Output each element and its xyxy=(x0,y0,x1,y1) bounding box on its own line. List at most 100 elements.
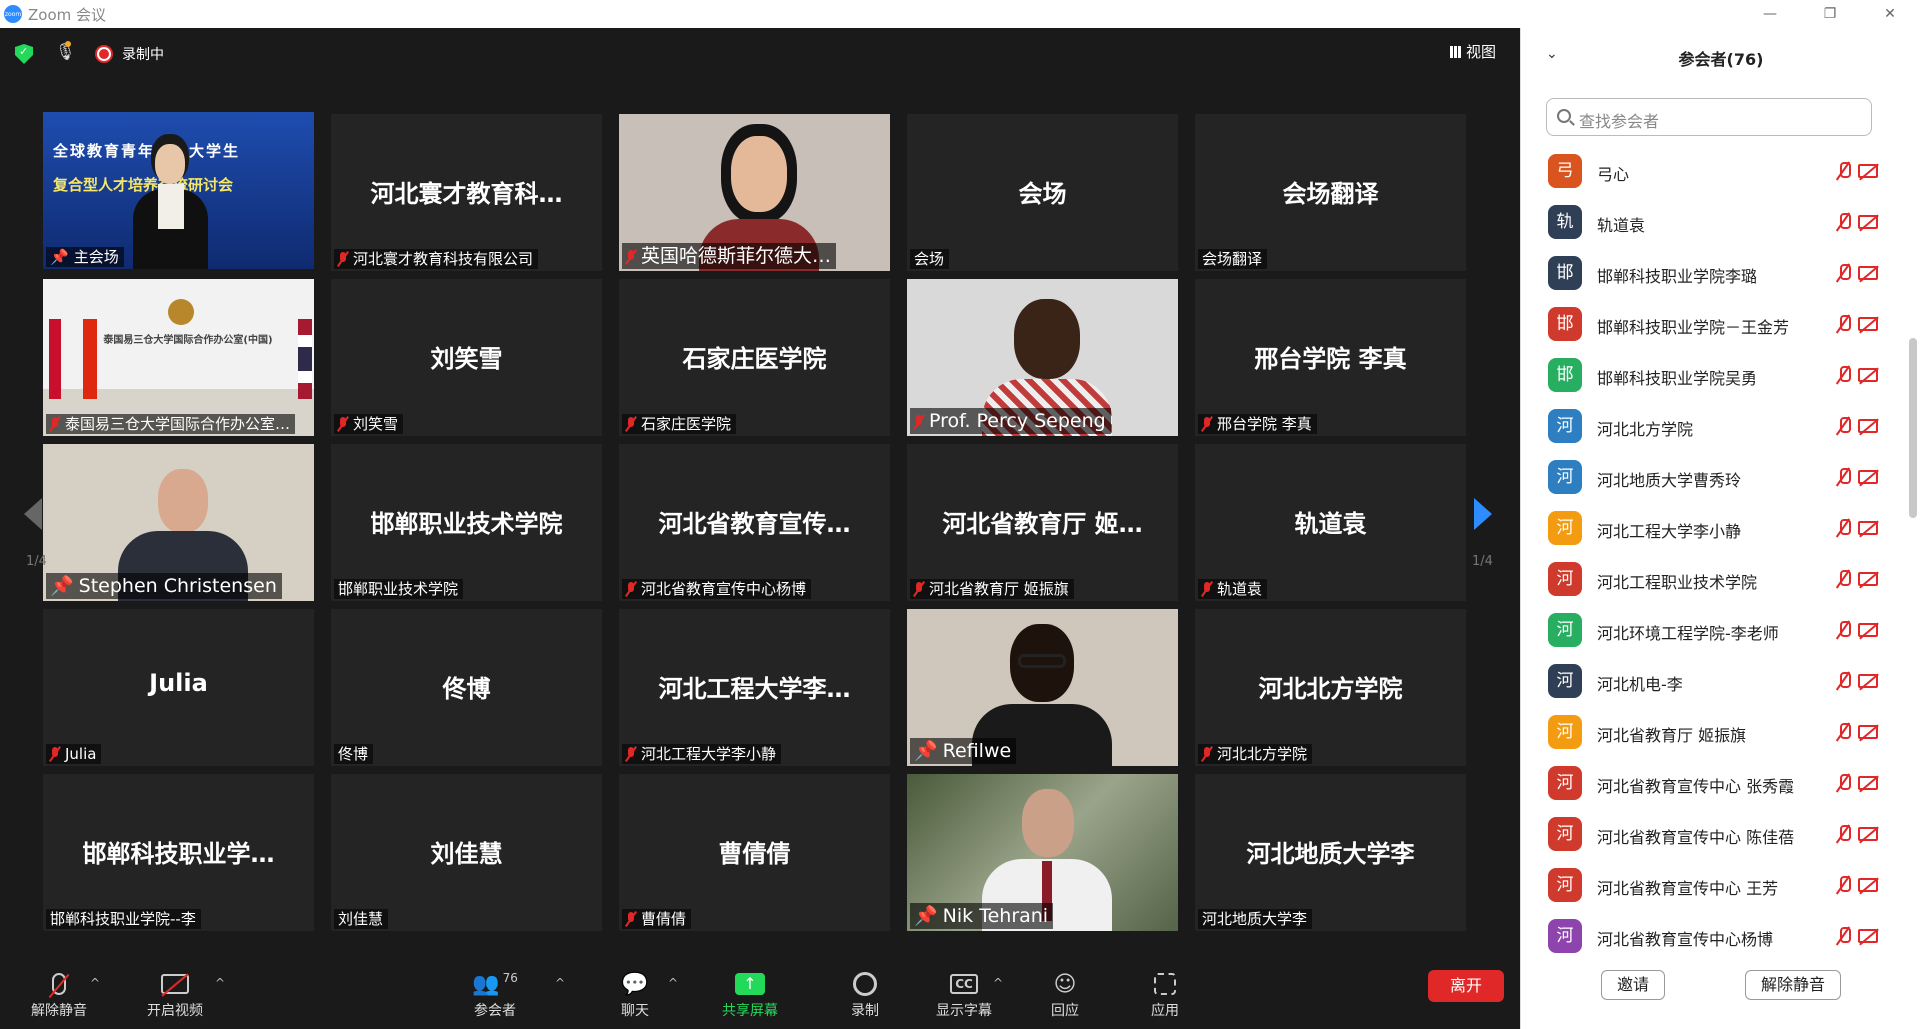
mic-muted-icon[interactable] xyxy=(1837,672,1851,690)
participant-row[interactable]: 河河北环境工程学院-李老师 xyxy=(1521,605,1901,656)
avatar: 河 xyxy=(1548,766,1582,800)
camera-off-icon[interactable] xyxy=(1858,725,1878,739)
camera-off-icon[interactable] xyxy=(1858,368,1878,382)
share-screen-button[interactable]: ↑ 共享屏幕 xyxy=(715,968,785,1020)
mic-muted-icon[interactable] xyxy=(1837,213,1851,231)
mic-muted-icon[interactable] xyxy=(1837,162,1851,180)
video-tile[interactable]: 佟博 佟博 xyxy=(331,609,602,766)
security-shield-icon[interactable] xyxy=(15,44,33,64)
participant-row[interactable]: 河河北工程大学李小静 xyxy=(1521,503,1901,554)
mic-muted-icon[interactable] xyxy=(1837,264,1851,282)
mic-muted-icon[interactable] xyxy=(1837,825,1851,843)
video-tile[interactable]: 📌 Stephen Christensen xyxy=(43,444,314,601)
camera-off-icon[interactable] xyxy=(1858,827,1878,841)
camera-off-icon[interactable] xyxy=(1858,572,1878,586)
participants-scrollbar[interactable] xyxy=(1909,338,1917,518)
next-page-icon[interactable] xyxy=(1474,498,1492,530)
video-tile[interactable]: 英国哈德斯菲尔德大… xyxy=(619,114,890,271)
video-tile[interactable]: 会场 会场 xyxy=(907,114,1178,271)
unmute-button[interactable]: 解除静音 xyxy=(24,968,94,1020)
participants-list[interactable]: 弓弓心轨轨道袁邯邯郸科技职业学院李璐邯邯郸科技职业学院－王金芳邯邯郸科技职业学院… xyxy=(1521,146,1901,966)
reactions-button[interactable]: ☺ 回应 xyxy=(1040,968,1090,1020)
leave-meeting-button[interactable]: 离开 xyxy=(1428,970,1504,1002)
unmute-all-button[interactable]: 解除静音 xyxy=(1745,970,1841,1000)
participant-row[interactable]: 河河北省教育宣传中心 王芳 xyxy=(1521,860,1901,911)
camera-off-icon[interactable] xyxy=(1858,521,1878,535)
maximize-button[interactable]: ❐ xyxy=(1800,0,1860,28)
previous-page-icon[interactable] xyxy=(24,498,42,530)
video-tile[interactable]: 刘佳慧 刘佳慧 xyxy=(331,774,602,931)
camera-off-icon[interactable] xyxy=(1858,419,1878,433)
apps-button[interactable]: 应用 xyxy=(1140,968,1190,1020)
mic-muted-icon[interactable] xyxy=(1837,417,1851,435)
video-tile[interactable]: 邯郸科技职业学… 邯郸科技职业学院--李 xyxy=(43,774,314,931)
mic-muted-icon[interactable] xyxy=(1837,876,1851,894)
video-tile[interactable]: 河北工程大学李… 河北工程大学李小静 xyxy=(619,609,890,766)
participant-row[interactable]: 河河北省教育宣传中心 张秀霞 xyxy=(1521,758,1901,809)
camera-off-icon[interactable] xyxy=(1858,878,1878,892)
camera-off-icon[interactable] xyxy=(1858,317,1878,331)
video-tile[interactable]: 石家庄医学院 石家庄医学院 xyxy=(619,279,890,436)
mic-muted-icon[interactable] xyxy=(1837,774,1851,792)
video-tile[interactable]: 河北省教育宣传… 河北省教育宣传中心杨博 xyxy=(619,444,890,601)
search-participants-input[interactable]: 查找参会者 xyxy=(1546,98,1872,136)
avatar: 河 xyxy=(1548,511,1582,545)
close-window-button[interactable]: ✕ xyxy=(1860,0,1920,28)
camera-off-icon[interactable] xyxy=(1858,776,1878,790)
video-tile-main-venue[interactable]: 全球教育青年未来大学生 复合型人才培养交流研讨会 📌 主会场 xyxy=(43,112,314,269)
camera-off-icon[interactable] xyxy=(1858,266,1878,280)
video-tile[interactable]: 河北寰才教育科… 河北寰才教育科技有限公司 xyxy=(331,114,602,271)
camera-off-icon[interactable] xyxy=(1858,215,1878,229)
invite-button[interactable]: 邀请 xyxy=(1601,970,1665,1000)
participant-row[interactable]: 弓弓心 xyxy=(1521,146,1901,197)
mic-muted-icon[interactable] xyxy=(1837,723,1851,741)
camera-off-icon[interactable] xyxy=(1858,674,1878,688)
video-tile[interactable]: 邢台学院 李真 邢台学院 李真 xyxy=(1195,279,1466,436)
camera-off-icon[interactable] xyxy=(1858,164,1878,178)
mic-muted-icon[interactable] xyxy=(1837,468,1851,486)
participant-row[interactable]: 邯邯郸科技职业学院－王金芳 xyxy=(1521,299,1901,350)
participant-row[interactable]: 河河北工程职业技术学院 xyxy=(1521,554,1901,605)
tile-name: 会场 xyxy=(1018,180,1067,208)
mic-muted-icon[interactable] xyxy=(1837,570,1851,588)
tile-label: 邢台学院 李真 xyxy=(1198,414,1317,434)
participant-row[interactable]: 河河北北方学院 xyxy=(1521,401,1901,452)
participants-button[interactable]: 👥 76 参会者 xyxy=(465,968,525,1020)
video-tile[interactable]: 河北北方学院 河北北方学院 xyxy=(1195,609,1466,766)
start-video-button[interactable]: 开启视频 xyxy=(140,968,210,1020)
mic-muted-icon[interactable] xyxy=(1837,621,1851,639)
video-tile[interactable]: 泰国易三仓大学国际合作办公室(中国) 泰国易三仓大学国际合作办公室… xyxy=(43,279,314,436)
participant-row[interactable]: 河河北省教育厅 姬振旗 xyxy=(1521,707,1901,758)
participant-row[interactable]: 河河北省教育宣传中心杨博 xyxy=(1521,911,1901,962)
video-tile[interactable]: 会场翻译 会场翻译 xyxy=(1195,114,1466,271)
camera-off-icon[interactable] xyxy=(1858,929,1878,943)
camera-off-icon[interactable] xyxy=(1858,623,1878,637)
mic-muted-icon[interactable] xyxy=(1837,366,1851,384)
minimize-button[interactable]: — xyxy=(1740,0,1800,28)
camera-off-icon[interactable] xyxy=(1858,470,1878,484)
mic-status-icon[interactable]: 🎙 xyxy=(55,41,75,61)
video-tile[interactable]: Julia Julia xyxy=(43,609,314,766)
video-tile[interactable]: 📌 Refilwe xyxy=(907,609,1178,766)
view-button[interactable]: 视图 xyxy=(1450,41,1496,62)
video-tile[interactable]: 邯郸职业技术学院 邯郸职业技术学院 xyxy=(331,444,602,601)
record-button[interactable]: 录制 xyxy=(840,968,890,1020)
mic-muted-icon[interactable] xyxy=(1837,927,1851,945)
participant-row[interactable]: 邯邯郸科技职业学院李璐 xyxy=(1521,248,1901,299)
participant-row[interactable]: 河河北机电-李 xyxy=(1521,656,1901,707)
video-tile[interactable]: 河北地质大学李 河北地质大学李 xyxy=(1195,774,1466,931)
participant-row[interactable]: 邯邯郸科技职业学院吴勇 xyxy=(1521,350,1901,401)
captions-button[interactable]: CC 显示字幕 xyxy=(928,968,1000,1020)
video-tile[interactable]: 河北省教育厅 姬… 河北省教育厅 姬振旗 xyxy=(907,444,1178,601)
video-tile[interactable]: 曹倩倩 曹倩倩 xyxy=(619,774,890,931)
chat-button[interactable]: 💬 聊天 xyxy=(610,968,660,1020)
participant-row[interactable]: 轨轨道袁 xyxy=(1521,197,1901,248)
video-tile[interactable]: Prof. Percy Sepeng xyxy=(907,279,1178,436)
video-tile[interactable]: 刘笑雪 刘笑雪 xyxy=(331,279,602,436)
video-tile[interactable]: 📌 Nik Tehrani xyxy=(907,774,1178,931)
video-tile[interactable]: 轨道袁 轨道袁 xyxy=(1195,444,1466,601)
mic-muted-icon[interactable] xyxy=(1837,519,1851,537)
mic-muted-icon[interactable] xyxy=(1837,315,1851,333)
participant-row[interactable]: 河河北地质大学曹秀玲 xyxy=(1521,452,1901,503)
participant-row[interactable]: 河河北省教育宣传中心 陈佳蓓 xyxy=(1521,809,1901,860)
